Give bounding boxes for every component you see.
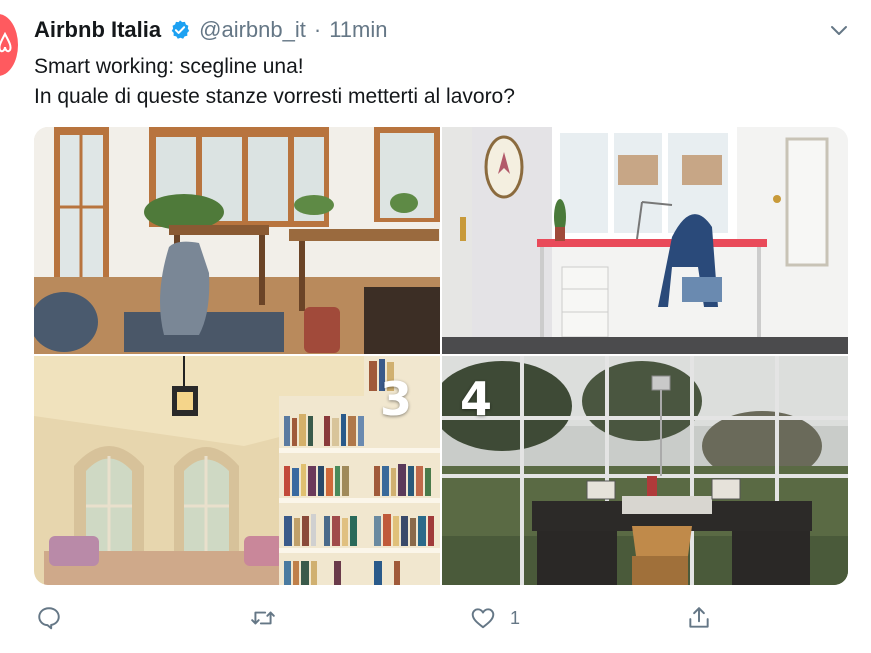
room-4-image	[442, 356, 848, 585]
photo-1[interactable]	[34, 127, 440, 354]
reply-button[interactable]	[36, 600, 76, 636]
photo-3[interactable]: 3	[34, 356, 440, 585]
photo-4[interactable]: 4	[442, 356, 848, 585]
like-count: 1	[510, 607, 521, 628]
retweet-button[interactable]	[250, 600, 290, 636]
photo-number-4: 4	[460, 372, 493, 426]
room-2-image	[442, 127, 848, 354]
photo-grid: 3 4	[34, 127, 848, 585]
room-1-image	[34, 127, 440, 354]
tweet-header: Airbnb Italia @airbnb_it · 11min	[34, 14, 387, 46]
tweet-text: Smart working: scegline una! In quale di…	[34, 52, 515, 112]
like-button[interactable]: 1	[470, 600, 520, 636]
tweet-text-line-2: In quale di queste stanze vorresti mette…	[34, 85, 515, 108]
photo-number-3: 3	[380, 372, 413, 426]
verified-badge-icon	[171, 20, 190, 39]
tweet-text-line-1: Smart working: scegline una!	[34, 55, 304, 78]
airbnb-logo-icon	[0, 32, 12, 53]
retweet-icon	[251, 611, 275, 625]
separator-dot: ·	[313, 17, 322, 42]
tweet-timestamp[interactable]: 11min	[329, 17, 387, 43]
share-button[interactable]	[686, 600, 712, 636]
chevron-down-icon[interactable]	[829, 20, 849, 40]
photo-2[interactable]	[442, 127, 848, 354]
share-icon	[689, 607, 709, 628]
reply-icon	[38, 607, 60, 630]
heart-icon	[471, 608, 495, 629]
author-name[interactable]: Airbnb Italia	[34, 17, 161, 43]
tweet-actions: 1	[34, 600, 734, 638]
avatar[interactable]	[0, 14, 18, 76]
author-handle[interactable]: @airbnb_it	[199, 17, 306, 43]
